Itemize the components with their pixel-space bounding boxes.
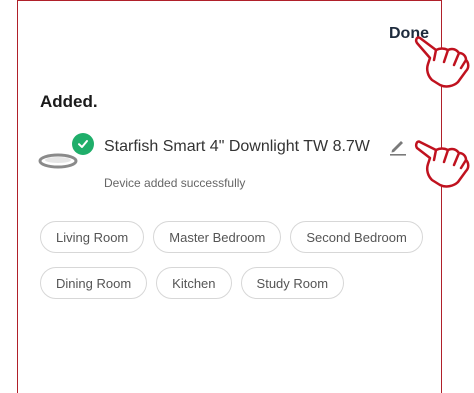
chip-row: Dining Room Kitchen Study Room: [40, 267, 430, 299]
device-status: Device added successfully: [104, 176, 246, 190]
device-name: Starfish Smart 4" Downlight TW 8.7W: [104, 138, 370, 155]
edit-icon[interactable]: [388, 136, 408, 156]
pointing-hand-icon: [414, 36, 470, 88]
device-row: Starfish Smart 4" Downlight TW 8.7W Devi…: [38, 133, 418, 190]
room-chip-study-room[interactable]: Study Room: [240, 267, 345, 299]
room-chip-living-room[interactable]: Living Room: [40, 221, 145, 253]
app-screen: Done Added. Starfish Smart 4" Downlight …: [17, 0, 442, 393]
room-chip-kitchen[interactable]: Kitchen: [156, 267, 232, 299]
room-chip-master-bedroom[interactable]: Master Bedroom: [153, 221, 282, 253]
chip-row: Living Room Master Bedroom Second Bedroo…: [40, 221, 430, 253]
room-chip-dining-room[interactable]: Dining Room: [40, 267, 148, 299]
downlight-icon: [38, 153, 78, 169]
pointing-hand-icon: [414, 140, 470, 188]
room-chips: Living Room Master Bedroom Second Bedroo…: [40, 221, 430, 313]
room-chip-second-bedroom[interactable]: Second Bedroom: [290, 221, 423, 253]
page-title: Added.: [40, 92, 98, 111]
check-icon: [72, 133, 94, 155]
